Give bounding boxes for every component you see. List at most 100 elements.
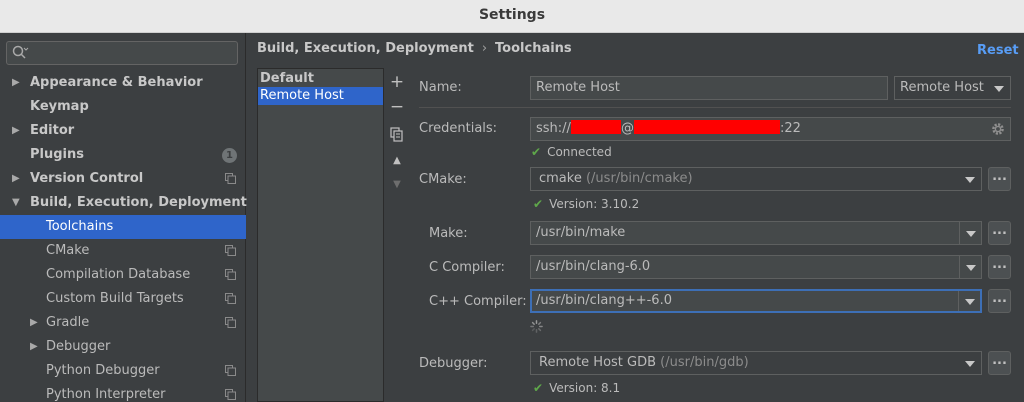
credentials-field[interactable]: ssh:// @:22 [530, 117, 1011, 141]
cmake-path-hint: (/usr/bin/cmake) [585, 171, 693, 186]
chevron-right-icon[interactable]: ▶ [30, 335, 38, 359]
name-field[interactable]: Remote Host [530, 76, 888, 100]
sidebar-item-build-execution-deployment[interactable]: ▼ Build, Execution, Deployment [0, 191, 247, 215]
sidebar-item-python-debugger[interactable]: Python Debugger [0, 359, 246, 383]
check-icon: ✔ [533, 197, 544, 211]
copy-icon [225, 389, 236, 400]
chevron-down-icon [965, 177, 975, 183]
spinner-icon [530, 320, 543, 333]
toolchain-item-remote-host[interactable]: Remote Host [258, 87, 383, 105]
remove-toolchain-button[interactable]: − [388, 99, 406, 117]
cmake-version-status: ✔ Version: 3.10.2 [533, 197, 639, 211]
sidebar-item-compilation-database[interactable]: Compilation Database [0, 263, 246, 287]
chevron-right-icon[interactable]: ▶ [12, 119, 20, 143]
copy-icon [225, 269, 236, 280]
sidebar-item-version-control[interactable]: ▶ Version Control [0, 167, 246, 191]
c-compiler-browse-button[interactable]: ... [988, 255, 1011, 279]
cpp-compiler-browse-button[interactable]: ... [988, 289, 1011, 313]
debugger-version-status: ✔ Version: 8.1 [533, 381, 620, 395]
cmake-browse-button[interactable]: ... [988, 167, 1011, 191]
sidebar-item-plugins[interactable]: Plugins 1 [0, 143, 246, 167]
chevron-down-icon [965, 299, 975, 305]
cmake-label: CMake: [419, 172, 467, 187]
copy-icon [225, 173, 236, 184]
cmake-version-text: Version: 3.10.2 [549, 197, 640, 211]
chevron-down-icon [965, 361, 975, 367]
chevron-down-icon [966, 265, 976, 271]
chevron-down-icon[interactable]: ▼ [12, 191, 20, 215]
copy-icon[interactable] [388, 126, 406, 144]
gear-icon[interactable] [991, 122, 1005, 136]
redacted-host [633, 120, 780, 134]
search-icon [12, 45, 29, 59]
toolchain-default-header[interactable]: Default [258, 70, 383, 88]
dropdown-arrow[interactable] [959, 222, 981, 244]
plugin-update-badge: 1 [222, 148, 237, 163]
debugger-version-text: Version: 8.1 [549, 381, 621, 395]
credentials-prefix: ssh:// [536, 121, 571, 136]
connection-status-text: Connected [547, 145, 612, 159]
sidebar-item-label: Build, Execution, Deployment [30, 195, 247, 210]
chevron-down-icon [994, 86, 1004, 92]
sidebar-item-label: Editor [30, 123, 75, 138]
debugger-dropdown[interactable]: Remote Host GDB (/usr/bin/gdb) [530, 351, 982, 375]
breadcrumb: Build, Execution, Deployment › Toolchains [257, 41, 572, 56]
sidebar-item-appearance-behavior[interactable]: ▶ Appearance & Behavior [0, 71, 246, 95]
make-field[interactable]: /usr/bin/make [530, 221, 982, 245]
window-title: Settings [478, 7, 546, 23]
dropdown-arrow[interactable] [958, 291, 980, 311]
make-browse-button[interactable]: ... [988, 221, 1011, 245]
sidebar-item-custom-build-targets[interactable]: Custom Build Targets [0, 287, 246, 311]
credentials-label: Credentials: [419, 121, 498, 136]
toolchain-type-value: Remote Host [900, 80, 984, 95]
credentials-port: :22 [779, 121, 801, 136]
sidebar-item-python-interpreter[interactable]: Python Interpreter [0, 383, 246, 402]
redacted-username [570, 120, 621, 134]
dropdown-arrow[interactable] [959, 256, 981, 278]
search-input[interactable] [6, 41, 238, 65]
breadcrumb-current: Toolchains [495, 41, 572, 56]
sidebar-item-toolchains[interactable]: Toolchains [0, 215, 246, 239]
cpp-compiler-value: /usr/bin/clang++-6.0 [536, 293, 672, 308]
toolchain-toolbar: + − ▲ ▼ [386, 70, 408, 200]
chevron-right-icon[interactable]: ▶ [12, 71, 20, 95]
reset-link[interactable]: Reset [977, 43, 1019, 58]
sidebar-item-editor[interactable]: ▶ Editor [0, 119, 246, 143]
cmake-dropdown[interactable]: cmake (/usr/bin/cmake) [530, 167, 982, 191]
settings-sidebar: ▶ Appearance & Behavior Keymap ▶ Editor … [0, 33, 247, 402]
sidebar-item-label: Plugins [30, 147, 84, 162]
copy-icon [225, 293, 236, 304]
name-label: Name: [419, 80, 462, 95]
breadcrumb-parent[interactable]: Build, Execution, Deployment [257, 41, 474, 56]
sidebar-item-debugger[interactable]: ▶ Debugger [0, 335, 246, 359]
sidebar-item-label: Compilation Database [46, 267, 191, 282]
dropdown-arrow[interactable] [959, 352, 981, 374]
sidebar-item-gradle[interactable]: ▶ Gradle [0, 311, 246, 335]
move-up-button[interactable]: ▲ [388, 152, 406, 170]
dropdown-arrow[interactable] [959, 168, 981, 190]
sidebar-item-label: Python Debugger [46, 363, 160, 378]
chevron-right-icon[interactable]: ▶ [12, 167, 20, 191]
c-compiler-value: /usr/bin/clang-6.0 [536, 259, 651, 274]
sidebar-item-label: Python Interpreter [46, 387, 166, 402]
sidebar-item-label: Custom Build Targets [46, 291, 184, 306]
dropdown-arrow[interactable] [988, 77, 1010, 99]
make-value: /usr/bin/make [536, 225, 626, 240]
cpp-compiler-field[interactable]: /usr/bin/clang++-6.0 [530, 289, 982, 313]
add-toolchain-button[interactable]: + [388, 74, 406, 92]
toolchain-list: Default Remote Host [257, 68, 384, 402]
toolchain-type-dropdown[interactable]: Remote Host [894, 76, 1011, 100]
debugger-label: Debugger: [419, 356, 488, 371]
sidebar-item-keymap[interactable]: Keymap [0, 95, 246, 119]
sidebar-item-cmake[interactable]: CMake [0, 239, 246, 263]
copy-icon [225, 245, 236, 256]
debugger-path-hint: (/usr/bin/gdb) [660, 355, 749, 370]
chevron-right-icon[interactable]: ▶ [30, 311, 38, 335]
check-icon: ✔ [533, 381, 544, 395]
sidebar-item-label: Version Control [30, 171, 144, 186]
connection-status: ✔ Connected [531, 145, 612, 159]
sidebar-item-label: Keymap [30, 99, 89, 114]
debugger-browse-button[interactable]: ... [988, 351, 1011, 375]
move-down-button[interactable]: ▼ [388, 176, 406, 194]
c-compiler-field[interactable]: /usr/bin/clang-6.0 [530, 255, 982, 279]
